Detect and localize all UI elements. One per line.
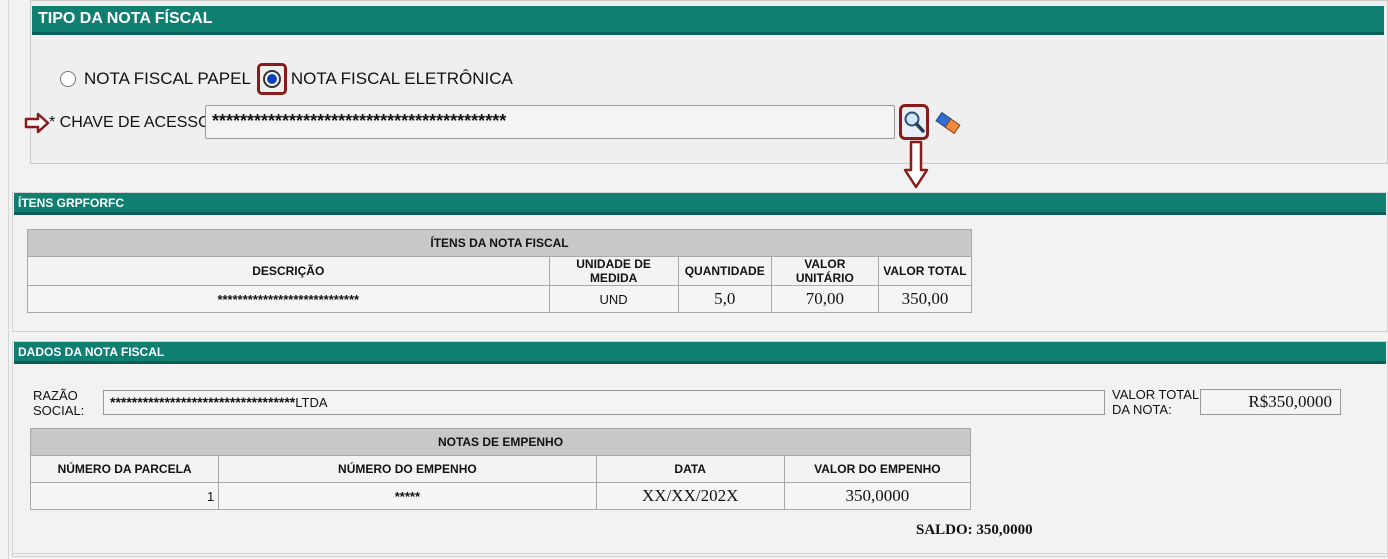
bottom-divider (12, 553, 1386, 554)
razao-label-line2: SOCIAL: (33, 403, 85, 418)
razao-social-label: RAZÃO SOCIAL: (33, 388, 84, 418)
empenho-valor: 350,0000 (783, 482, 972, 510)
valor-total-label-line2: DA NOTA: (1112, 402, 1172, 417)
razao-suffix: LTDA (295, 395, 328, 410)
dados-header: DADOS DA NOTA FISCAL (14, 342, 1386, 364)
table-row: **************************** UND 5,0 70,… (27, 285, 973, 313)
item-unidade: UND (548, 285, 679, 313)
col-valor-unitario: VALOR UNITÁRIO (770, 256, 879, 286)
col-data: DATA (595, 455, 785, 483)
arrow-right-icon (24, 112, 50, 134)
itens-header: ÍTENS GRPFORFC (14, 193, 1386, 215)
razao-label-line1: RAZÃO (33, 388, 78, 403)
item-valor-unitario: 70,00 (770, 285, 879, 313)
radio-nota-papel[interactable] (60, 71, 76, 87)
itens-table: ÍTENS DA NOTA FISCAL DESCRIÇÃO UNIDADE D… (27, 229, 973, 313)
col-unidade: UNIDADE DE MEDIDA (548, 256, 679, 286)
empenho-numero: ***** (218, 482, 597, 510)
col-numero-parcela: NÚMERO DA PARCELA (29, 455, 220, 483)
tipo-nota-header: TIPO DA NOTA FÍSCAL (32, 6, 1384, 35)
item-quantidade: 5,0 (677, 285, 772, 313)
chave-acesso-label: * CHAVE DE ACESSO: (49, 114, 215, 131)
empenho-table-caption: NOTAS DE EMPENHO (30, 428, 971, 456)
arrow-down-icon (903, 140, 929, 189)
razao-masked-text: ********************************** (110, 394, 296, 410)
col-quantidade: QUANTIDADE (677, 256, 772, 286)
valor-total-input[interactable]: R$350,0000 (1200, 389, 1341, 415)
empenho-table: NOTAS DE EMPENHO NÚMERO DA PARCELA NÚMER… (29, 428, 972, 510)
itens-table-caption: ÍTENS DA NOTA FISCAL (27, 229, 972, 257)
valor-total-label-line1: VALOR TOTAL (1112, 387, 1200, 402)
valor-total-label: VALOR TOTAL DA NOTA: (1112, 387, 1199, 417)
radio-nota-eletronica-label[interactable]: NOTA FISCAL ELETRÔNICA (291, 69, 513, 89)
radio-nota-papel-label[interactable]: NOTA FISCAL PAPEL (84, 69, 251, 89)
col-descricao: DESCRIÇÃO (27, 256, 550, 286)
search-icon (904, 111, 925, 133)
col-numero-empenho: NÚMERO DO EMPENHO (218, 455, 597, 483)
razao-social-input[interactable]: **********************************LTDA (103, 390, 1105, 415)
radio-nota-eletronica[interactable] (262, 70, 281, 88)
col-valor-total: VALOR TOTAL (877, 256, 973, 286)
search-button[interactable] (899, 104, 929, 140)
empenho-data: XX/XX/202X (595, 482, 785, 510)
empenho-parcela: 1 (29, 482, 220, 510)
col-valor-empenho: VALOR DO EMPENHO (783, 455, 972, 483)
left-border-line (8, 0, 9, 559)
tipo-nota-radio-group: NOTA FISCAL PAPEL NOTA FISCAL ELETRÔNICA (60, 63, 513, 95)
item-descricao: **************************** (27, 285, 550, 313)
eraser-icon[interactable] (934, 112, 962, 134)
chave-acesso-input[interactable]: ****************************************… (205, 105, 895, 139)
item-valor-total: 350,00 (877, 285, 973, 313)
saldo-text: SALDO: 350,0000 (916, 522, 1033, 538)
table-row: 1 ***** XX/XX/202X 350,0000 (29, 482, 972, 510)
radio-highlight-box (256, 63, 287, 95)
